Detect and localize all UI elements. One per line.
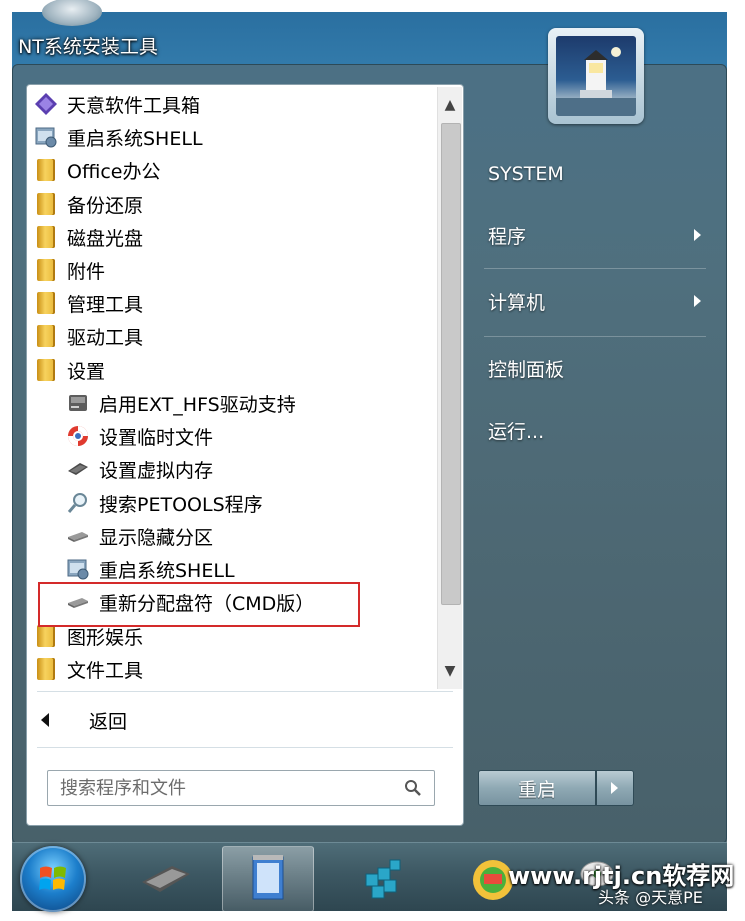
folder-icon [33, 224, 59, 250]
scroll-thumb[interactable] [441, 123, 461, 605]
menu-computer[interactable]: 计算机 [488, 285, 545, 317]
magnifier-icon [65, 490, 91, 516]
user-avatar[interactable] [548, 28, 644, 124]
list-item-settings[interactable]: 设置 [33, 355, 105, 385]
menu-control-panel-label: 控制面板 [488, 358, 565, 381]
lifebuoy-icon [65, 423, 91, 449]
list-item-temp-files[interactable]: 设置临时文件 [65, 421, 213, 451]
folder-icon [33, 323, 59, 349]
lighthouse-picture-icon [556, 36, 636, 116]
restart-shell-icon [65, 556, 91, 582]
back-label: 返回 [89, 710, 128, 733]
list-item-label: 备份还原 [67, 194, 144, 217]
chevron-right-icon [694, 229, 701, 241]
restart-button[interactable]: 重启 [478, 770, 596, 806]
disc-icon [42, 0, 102, 26]
list-item-accessories[interactable]: 附件 [33, 255, 105, 285]
menu-run[interactable]: 运行... [488, 414, 544, 446]
list-item-ext-hfs[interactable]: 启用EXT_HFS驱动支持 [65, 388, 296, 418]
list-item-label: 驱动工具 [67, 326, 144, 349]
list-item-driver-tools[interactable]: 驱动工具 [33, 321, 143, 351]
search-box[interactable] [47, 770, 435, 806]
taskbar-chip-app[interactable] [120, 846, 210, 910]
list-item-label: 重启系统SHELL [67, 127, 203, 150]
menu-run-label: 运行... [488, 420, 545, 443]
disk-drive-icon [65, 390, 91, 416]
taskbar-notepad-app[interactable] [222, 846, 314, 912]
search-icon[interactable] [404, 779, 422, 797]
list-item-file-tools[interactable]: 文件工具 [33, 654, 143, 684]
annotation-highlight [38, 582, 360, 627]
list-item-label: 显示隐藏分区 [99, 526, 214, 549]
list-item-disk[interactable]: 磁盘光盘 [33, 222, 143, 252]
watermark-author: 头条 @天意PE [598, 888, 703, 907]
chevron-right-icon [694, 295, 701, 307]
list-item-show-hidden-partition[interactable]: 显示隐藏分区 [65, 521, 213, 551]
list-item-label: 磁盘光盘 [67, 227, 144, 250]
menu-programs[interactable]: 程序 [488, 219, 526, 251]
scroll-up-icon[interactable]: ▲ [438, 93, 462, 117]
windows-logo-icon [39, 866, 66, 890]
list-item-label: 管理工具 [67, 293, 144, 316]
list-item-virtual-memory[interactable]: 设置虚拟内存 [65, 454, 213, 484]
notepad-icon [252, 855, 284, 900]
list-item-label: 文件工具 [67, 659, 144, 682]
program-list-scrollbar[interactable]: ▲ ▼ [437, 87, 462, 689]
list-item-admin-tools[interactable]: 管理工具 [33, 288, 143, 318]
divider [484, 336, 706, 337]
memory-chip-icon [65, 456, 91, 482]
folder-icon [33, 157, 59, 183]
memory-chip-icon [142, 866, 190, 892]
list-item-toolbox[interactable]: 天意软件工具箱 [33, 89, 200, 119]
list-item-label: 附件 [67, 260, 106, 283]
program-list-pane: 天意软件工具箱 重启系统SHELL Office办公 备份还原 磁盘光盘 附件 … [26, 84, 464, 826]
restart-shell-icon [33, 124, 59, 150]
user-name-label: SYSTEM [488, 163, 564, 185]
menu-computer-label: 计算机 [488, 291, 546, 314]
folder-icon [33, 656, 59, 682]
list-item-label: 设置 [67, 360, 106, 383]
menu-control-panel[interactable]: 控制面板 [488, 352, 564, 384]
list-item-label: 搜索PETOOLS程序 [99, 493, 263, 516]
folder-icon [33, 191, 59, 217]
toolbox-icon [33, 91, 59, 117]
hard-disk-icon [65, 523, 91, 549]
list-item-restart-shell[interactable]: 重启系统SHELL [33, 122, 203, 152]
desktop-icon-label: NT系统安装工具 [18, 36, 158, 58]
list-item-label: 设置虚拟内存 [99, 459, 214, 482]
scroll-down-icon[interactable]: ▼ [438, 659, 462, 683]
divider [484, 268, 706, 269]
restart-label: 重启 [517, 778, 556, 801]
restart-options-button[interactable] [596, 770, 634, 806]
divider [37, 747, 453, 748]
list-item-backup[interactable]: 备份还原 [33, 189, 143, 219]
back-arrow-icon [41, 713, 49, 727]
menu-programs-label: 程序 [488, 225, 527, 248]
list-item-restart-shell-2[interactable]: 重启系统SHELL [65, 554, 235, 584]
folder-icon [33, 257, 59, 283]
registry-icon [365, 859, 401, 899]
list-item-label: 启用EXT_HFS驱动支持 [99, 393, 296, 416]
taskbar-registry-app[interactable] [338, 846, 428, 910]
user-name[interactable]: SYSTEM [488, 158, 564, 190]
list-item-office[interactable]: Office办公 [33, 155, 160, 185]
list-item-search-petools[interactable]: 搜索PETOOLS程序 [65, 488, 263, 518]
search-input[interactable] [58, 775, 392, 801]
back-button[interactable]: 返回 [41, 703, 127, 737]
folder-icon [33, 357, 59, 383]
list-item-label: 重启系统SHELL [99, 559, 235, 582]
start-button[interactable] [20, 846, 86, 912]
list-item-label: 天意软件工具箱 [67, 94, 201, 117]
list-item-label: Office办公 [67, 160, 161, 183]
list-item-label: 设置临时文件 [99, 426, 214, 449]
divider [37, 691, 453, 692]
folder-icon [33, 290, 59, 316]
